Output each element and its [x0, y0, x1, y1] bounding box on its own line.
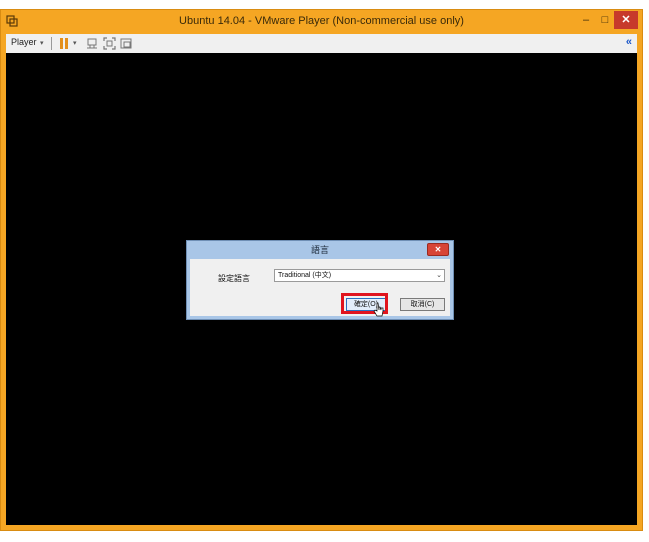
- language-select-value: Traditional (中文): [278, 272, 332, 279]
- title-bar[interactable]: Ubuntu 14.04 - VMware Player (Non-commer…: [1, 10, 642, 34]
- collapse-toolbar-icon[interactable]: «: [626, 36, 632, 48]
- player-menu[interactable]: Player: [11, 37, 37, 47]
- language-label: 設定語言: [218, 274, 250, 283]
- chevron-down-icon[interactable]: ⌄: [436, 270, 442, 281]
- language-dialog: 語言 ✕ 設定語言 Traditional (中文) ⌄ 確定(O) 取消(C): [186, 240, 454, 320]
- maximize-button[interactable]: □: [595, 11, 615, 29]
- mouse-cursor-icon: [373, 302, 384, 317]
- pause-icon[interactable]: [60, 38, 69, 49]
- toolbar: Player ▾ ▾ «: [6, 34, 637, 54]
- dialog-body: 設定語言 Traditional (中文) ⌄ 確定(O) 取消(C): [190, 259, 450, 317]
- send-ctrl-alt-del-icon[interactable]: [86, 37, 99, 50]
- toolbar-separator: [51, 37, 52, 50]
- language-select[interactable]: Traditional (中文) ⌄: [274, 269, 445, 282]
- player-menu-caret-icon[interactable]: ▾: [40, 39, 44, 47]
- minimize-button[interactable]: –: [576, 11, 596, 29]
- unity-mode-icon[interactable]: [120, 37, 133, 50]
- full-screen-icon[interactable]: [103, 37, 116, 50]
- dialog-close-button[interactable]: ✕: [427, 243, 449, 256]
- window-title: Ubuntu 14.04 - VMware Player (Non-commer…: [179, 15, 464, 27]
- cancel-button[interactable]: 取消(C): [400, 298, 445, 311]
- close-button[interactable]: ✕: [614, 11, 638, 29]
- pause-menu-caret-icon[interactable]: ▾: [73, 39, 77, 47]
- dialog-title: 語言: [310, 245, 329, 255]
